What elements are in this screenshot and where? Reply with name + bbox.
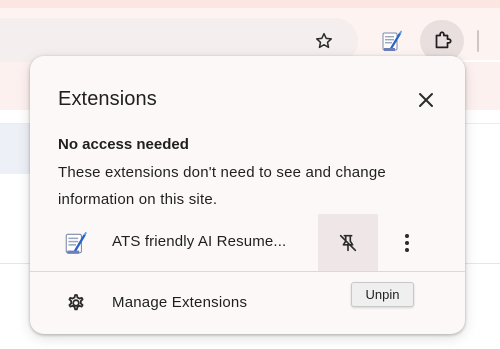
ats-resume-extension-icon xyxy=(382,30,402,51)
more-vertical-icon xyxy=(405,234,409,252)
bookmark-star-button[interactable] xyxy=(305,22,343,60)
browser-window: Extensions No access needed These extens… xyxy=(0,0,500,349)
star-icon xyxy=(316,32,332,49)
close-button[interactable] xyxy=(408,82,444,118)
extension-more-button[interactable] xyxy=(390,224,424,262)
quill-document-icon xyxy=(65,231,87,254)
unpin-icon xyxy=(339,234,357,252)
puzzle-icon xyxy=(435,31,452,49)
browser-toolbar xyxy=(0,8,500,64)
ats-resume-extension-button[interactable] xyxy=(372,22,412,60)
section-description: These extensions don't need to see and c… xyxy=(58,164,386,208)
toolbar-divider xyxy=(477,30,479,52)
manage-extensions-label: Manage Extensions xyxy=(112,294,248,311)
unpin-tooltip: Unpin xyxy=(351,282,414,307)
gear-icon xyxy=(68,294,84,311)
extension-row[interactable]: ATS friendly AI Resume... xyxy=(30,214,465,272)
close-icon xyxy=(419,93,433,107)
extension-name: ATS friendly AI Resume... xyxy=(112,233,287,250)
unpin-button[interactable] xyxy=(318,214,378,272)
section-heading: No access needed xyxy=(58,136,189,153)
popup-title: Extensions xyxy=(58,88,157,110)
tab-strip xyxy=(0,0,500,8)
